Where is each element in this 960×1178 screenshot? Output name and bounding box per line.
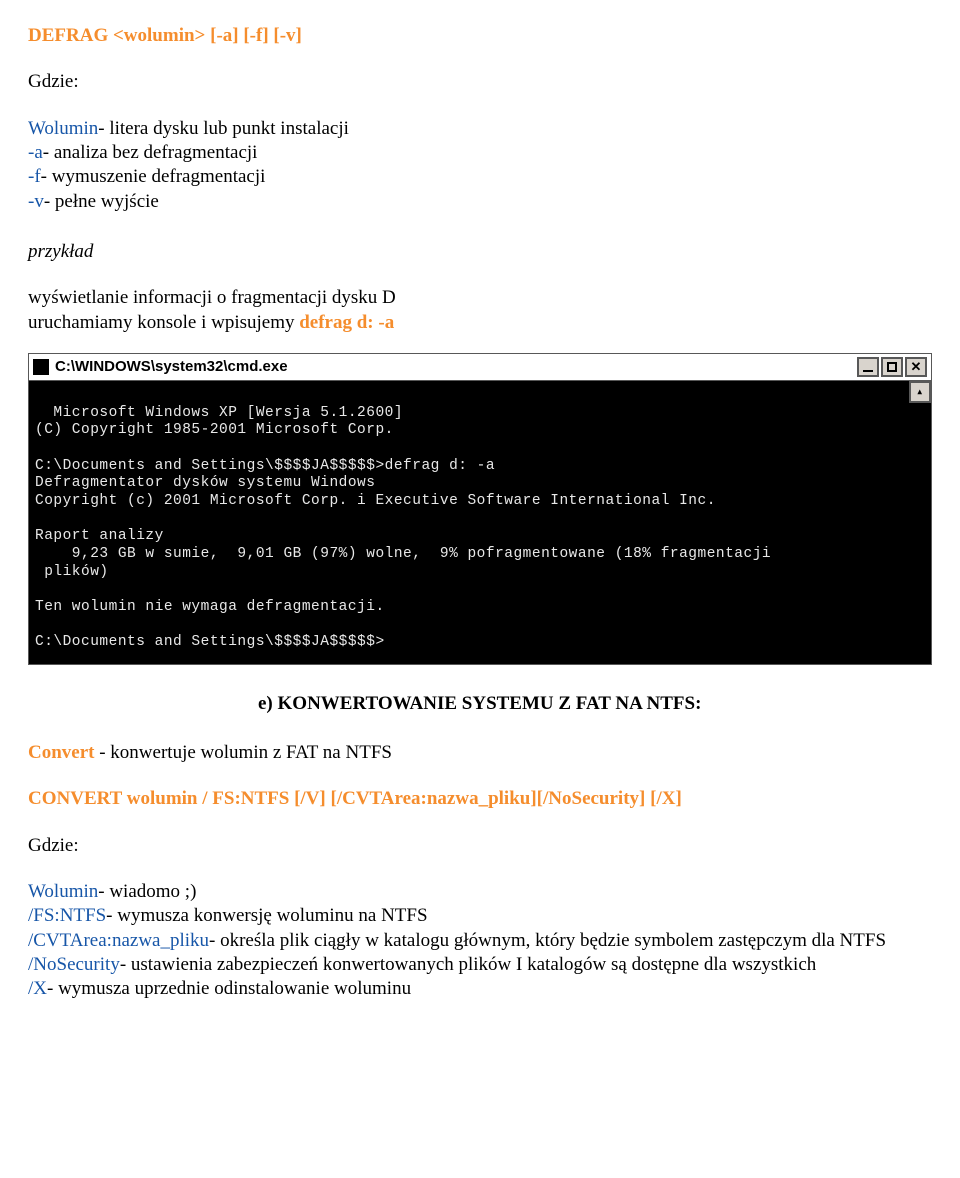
label-przyklad: przykład	[28, 240, 932, 264]
window-buttons	[857, 357, 927, 377]
convert-syntax: CONVERT wolumin / FS:NTFS [/V] [/CVTArea…	[28, 787, 932, 811]
opt2-fsntfs-desc: - wymusza konwersję woluminu na NTFS	[106, 905, 427, 926]
cmd-console: Microsoft Windows XP [Wersja 5.1.2600] (…	[28, 381, 932, 665]
label-gdzie-2: Gdzie:	[28, 834, 932, 858]
console-line: Raport analizy	[35, 528, 164, 544]
convert-keyword: Convert	[28, 742, 94, 763]
maximize-button[interactable]	[881, 357, 903, 377]
opt-v-desc: - pełne wyjście	[44, 191, 159, 212]
console-line: plików)	[35, 564, 109, 580]
opt-wolumin-key: Wolumin	[28, 118, 98, 139]
opt2-x-key: /X	[28, 978, 47, 999]
example-line: uruchamiamy konsole i wpisujemy	[28, 312, 299, 333]
console-line: 9,23 GB w sumie, 9,01 GB (97%) wolne, 9%…	[35, 546, 771, 562]
label-gdzie: Gdzie:	[28, 70, 932, 94]
opt2-fsntfs-key: /FS:NTFS	[28, 905, 106, 926]
console-line: Defragmentator dysków systemu Windows	[35, 475, 375, 491]
defrag-syntax: DEFRAG <wolumin> [-a] [-f] [-v]	[28, 24, 932, 48]
opt2-cvtarea-key: /CVTArea:nazwa_pliku	[28, 930, 209, 951]
cmd-window-title: C:\WINDOWS\system32\cmd.exe	[55, 358, 288, 375]
opt-v-key: -v	[28, 191, 44, 212]
opt-a-desc: - analiza bez defragmentacji	[43, 142, 258, 163]
scrollbar-up-icon[interactable]	[909, 381, 931, 403]
opt-a-key: -a	[28, 142, 43, 163]
console-line: Copyright (c) 2001 Microsoft Corp. i Exe…	[35, 493, 716, 509]
opt-f-key: -f	[28, 166, 41, 187]
cmd-icon	[33, 359, 49, 375]
opt2-nosec-desc: - ustawienia zabezpieczeń konwertowanych…	[120, 954, 816, 975]
convert-rest: - konwertuje wolumin z FAT na NTFS	[94, 742, 391, 763]
console-line: C:\Documents and Settings\$$$$JA$$$$$>de…	[35, 458, 495, 474]
opt2-wolumin-desc: - wiadomo ;)	[98, 881, 196, 902]
opt2-nosec-key: /NoSecurity	[28, 954, 120, 975]
minimize-button[interactable]	[857, 357, 879, 377]
example-pre: wyświetlanie informacji o fragmentacji d…	[28, 287, 396, 308]
console-line: C:\Documents and Settings\$$$$JA$$$$$>	[35, 634, 385, 650]
close-button[interactable]	[905, 357, 927, 377]
console-line: Microsoft Windows XP [Wersja 5.1.2600]	[53, 405, 403, 421]
opt-f-desc: - wymuszenie defragmentacji	[41, 166, 266, 187]
section-e-heading: e) KONWERTOWANIE SYSTEMU Z FAT NA NTFS:	[28, 693, 932, 715]
example-cmd: defrag d: -a	[299, 312, 394, 333]
console-line: (C) Copyright 1985-2001 Microsoft Corp.	[35, 422, 394, 438]
opt2-cvtarea-desc: - określa plik ciągły w katalogu głównym…	[209, 930, 886, 951]
console-line: Ten wolumin nie wymaga defragmentacji.	[35, 599, 385, 615]
opt2-wolumin-key: Wolumin	[28, 881, 98, 902]
cmd-window-titlebar: C:\WINDOWS\system32\cmd.exe	[28, 353, 932, 381]
opt2-x-desc: - wymusza uprzednie odinstalowanie wolum…	[47, 978, 411, 999]
opt-wolumin-desc: - litera dysku lub punkt instalacji	[98, 118, 349, 139]
